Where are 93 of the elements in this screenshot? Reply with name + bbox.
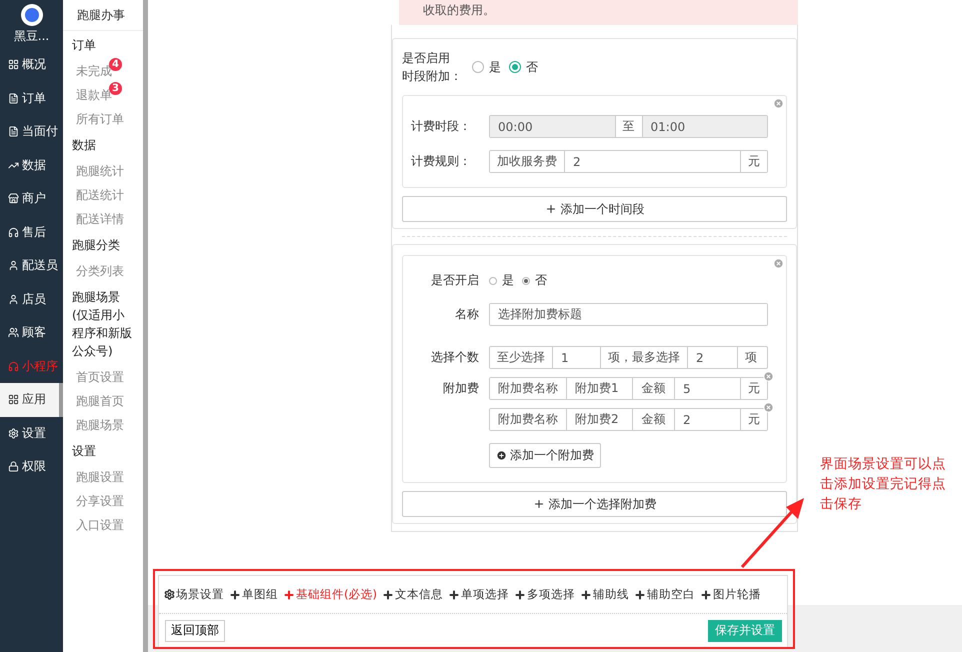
plus-icon [283,588,295,600]
headset-icon [8,360,19,372]
submenu-item[interactable]: 首页设置 [63,365,143,389]
nav-item[interactable]: 售后 [0,216,63,249]
field-label: 是否开启 [430,272,480,289]
submenu-heading: 设置 [71,443,97,460]
field-label: 名称 [454,306,480,323]
nav-item[interactable]: 应用 [0,383,63,416]
submenu-item[interactable]: 跑腿统计 [63,159,143,183]
nav-item[interactable]: 概况 [0,48,63,82]
plus-icon [448,588,460,600]
toolbar-item[interactable]: 辅助空白 [634,587,695,602]
nav-item[interactable]: 配送员 [0,249,63,282]
nav-item[interactable]: 当面付 [0,115,63,148]
fee-field[interactable]: 附加费名称 附加费2 金额 2 元 [489,408,768,431]
user-icon [8,294,19,305]
toolbar-item[interactable]: 单项选择 [448,587,509,602]
toolbar-item[interactable]: 多项选择 [514,587,575,602]
plus-icon [634,588,646,600]
plus-icon [229,588,241,600]
nav-item[interactable]: 订单 [0,82,63,115]
submenu-item[interactable]: 分享设置 [63,489,143,513]
add-period-button[interactable]: 添加一个时间段 [402,196,787,222]
count-field[interactable]: 至少选择 1 项，最多选择 2 项 [489,346,768,369]
toolbar-item[interactable]: 单图组 [229,587,278,602]
radio-option[interactable]: 否 [522,272,547,289]
lock-icon [8,461,19,472]
toolbar-item[interactable]: 辅助线 [580,587,629,602]
nav-item[interactable]: 权限 [0,450,63,484]
submenu-heading: 订单 [71,37,97,54]
submenu-heading: 跑腿分类 [71,237,121,254]
close-icon[interactable] [773,98,784,109]
field-label: 附加费 [442,380,480,397]
submenu-item[interactable]: 配送统计 [63,183,143,207]
count-badge: 4 [109,58,122,71]
back-to-top-button[interactable]: 返回顶部 [165,620,225,642]
submenu-item[interactable]: 入口设置 [63,513,143,537]
submenu-item[interactable]: 所有订单 [63,107,143,131]
toolbar-item[interactable]: 图片轮播 [700,587,761,602]
submenu-item[interactable]: 配送详情 [63,207,143,231]
logo-icon [20,4,42,26]
radio-option[interactable]: 是 [489,272,514,289]
add-option-fee-button[interactable]: 添加一个选择附加费 [402,491,787,517]
count-badge: 3 [109,82,122,95]
grid-icon [8,59,19,70]
fee-rule-field[interactable]: 加收服务费 2 元 [489,150,768,173]
settings-icon [164,589,175,600]
document-icon [8,126,19,138]
submenu-title: 跑腿办事 [63,0,143,31]
field-label: 是否启用 时段附加： [402,50,463,85]
toolbar-item[interactable]: 文本信息 [382,587,443,602]
plus-icon [532,498,544,510]
close-icon[interactable] [763,371,774,382]
submenu-heading: 数据 [71,137,97,154]
grid-icon [8,394,19,406]
plus-icon [544,203,556,215]
submenu-item[interactable]: 跑腿设置 [63,465,143,489]
field-label: 计费时段： [411,118,472,135]
time-range-field[interactable]: 00:00 至 01:00 [489,115,768,138]
name-field[interactable]: 选择附加费标题 [489,303,768,326]
plus-icon [580,588,592,600]
plus-icon [700,588,712,600]
nav-item[interactable]: 顾客 [0,316,63,350]
radio-option[interactable]: 否 [509,58,538,76]
nav-item[interactable]: 店员 [0,282,63,316]
toolbar-item[interactable]: 场景设置 [164,587,224,602]
close-icon[interactable] [773,258,784,269]
user-icon [8,260,19,272]
users-icon [8,327,19,338]
settings-icon [8,428,19,439]
submenu-item[interactable]: 分类列表 [63,259,143,283]
submenu-item[interactable]: 跑腿首页 [63,389,143,413]
annotation-text: 界面场景设置可以点击添加设置完记得点击保存 [820,455,947,514]
nav-item[interactable]: 设置 [0,416,63,450]
toolbar-item[interactable]: 基础组件(必选) [283,587,377,602]
notice-text: 收取的费用。 [399,0,798,25]
radio-option[interactable]: 是 [472,58,501,76]
close-icon[interactable] [763,402,774,413]
nav-item[interactable]: 商户 [0,182,63,216]
document-icon [8,92,19,104]
add-fee-button[interactable]: 添加一个附加费 [489,443,601,468]
plus-icon [382,588,394,600]
brand-name: 黑豆... [14,28,50,44]
field-label: 选择个数 [430,349,480,366]
submenu-item[interactable]: 跑腿场景 [63,413,143,437]
fee-field[interactable]: 附加费名称 附加费1 金额 5 元 [489,377,768,400]
plus-icon [514,588,526,600]
submenu-heading: 跑腿场景(仅适用小程序和新版公众号) [71,289,133,360]
headset-icon [8,226,19,238]
nav-item[interactable]: 数据 [0,148,63,182]
store-icon [8,193,19,204]
field-label: 计费规则： [411,153,472,170]
plus-icon [496,450,507,461]
